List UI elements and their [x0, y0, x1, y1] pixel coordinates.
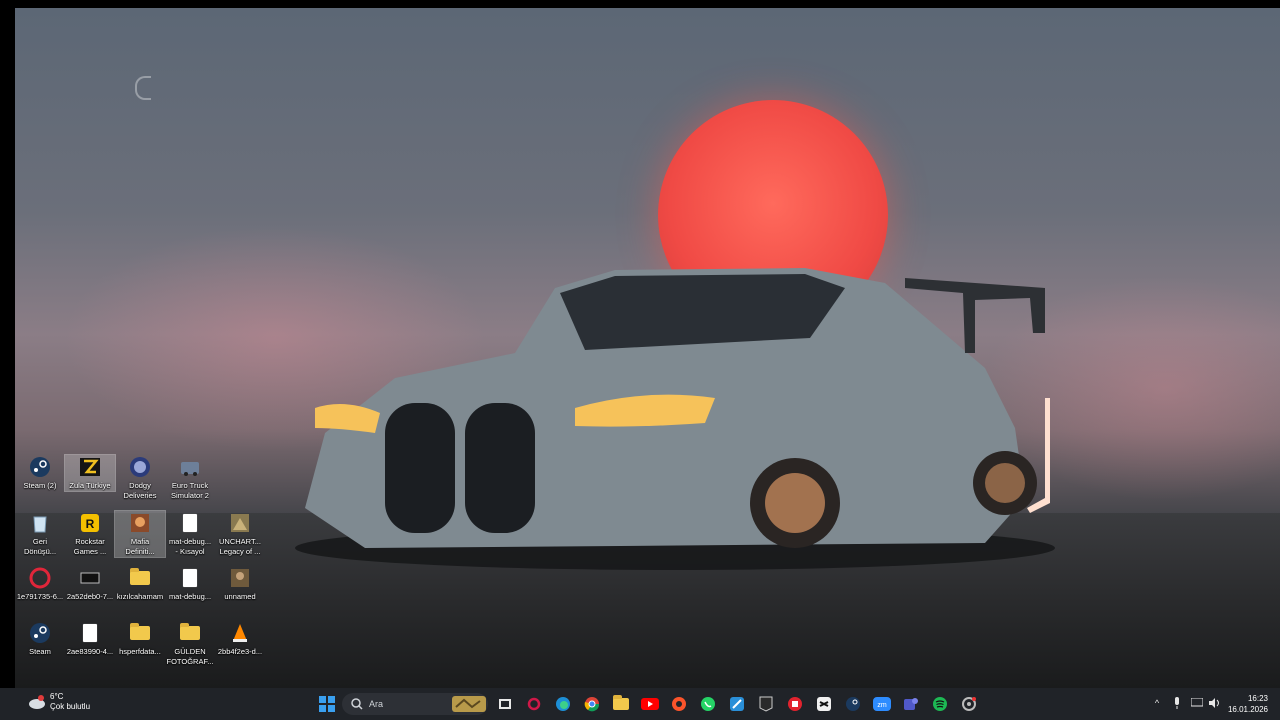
settings-icon[interactable] — [958, 693, 980, 715]
network-icon[interactable] — [1190, 696, 1204, 710]
file-explorer-icon[interactable] — [610, 693, 632, 715]
image-file-icon — [78, 566, 102, 590]
folder-icon — [128, 566, 152, 590]
uncharted-icon — [228, 511, 252, 535]
chrome-icon[interactable] — [581, 693, 603, 715]
weather-cloud-icon — [29, 695, 45, 709]
euro-truck-icon — [178, 455, 202, 479]
capcut-icon[interactable] — [813, 693, 835, 715]
desktop-icon-steam[interactable]: Steam — [15, 621, 65, 657]
desktop-icon-zula[interactable]: Zula Türkiye — [64, 454, 116, 492]
desktop-icon-uncharted[interactable]: UNCHART... Legacy of ... — [215, 511, 265, 557]
rockstar-icon: R — [78, 511, 102, 535]
mafia-icon — [128, 511, 152, 535]
desktop-icon-2ae83990[interactable]: 2ae83990-4... — [65, 621, 115, 657]
recycle-bin-icon — [28, 511, 52, 535]
desktop-icon-steam-2[interactable]: Steam (2) — [15, 455, 65, 491]
youtube-icon[interactable] — [639, 693, 661, 715]
desktop-icon-image-file[interactable]: 2a52deb0-7... — [65, 566, 115, 602]
search-icon — [351, 698, 363, 710]
desktop-icon-dodgy-deliveries[interactable]: Dodgy Deliveries — [115, 455, 165, 501]
weather-widget[interactable]: 6°C Çok bulutlu — [27, 692, 90, 712]
weather-condition: Çok bulutlu — [50, 702, 91, 711]
volume-icon[interactable] — [1208, 696, 1222, 710]
snipping-tool-icon[interactable] — [726, 693, 748, 715]
document-icon — [78, 621, 102, 645]
desktop-icon-rockstar[interactable]: R Rockstar Games ... — [65, 511, 115, 557]
steam-icon — [28, 455, 52, 479]
desktop-icon-mat-debug-shortcut[interactable]: mat-debug... - Kısayol — [165, 511, 215, 557]
taskbar-clock[interactable]: 16:23 16.01.2026 — [1228, 693, 1268, 715]
steam-icon — [28, 621, 52, 645]
document-icon — [178, 566, 202, 590]
show-hidden-icons-chevron-icon[interactable]: ^ — [1150, 696, 1164, 710]
windows-start-icon[interactable] — [316, 693, 338, 715]
vlc-icon — [228, 621, 252, 645]
zula-icon — [78, 455, 102, 479]
desktop-icon-unnamed[interactable]: unnamed — [215, 566, 265, 602]
weather-temp: 6°C — [50, 692, 64, 701]
microphone-icon[interactable] — [1170, 696, 1184, 710]
steam-taskbar-icon[interactable] — [842, 693, 864, 715]
app-red-icon[interactable] — [784, 693, 806, 715]
taskbar: 6°C Çok bulutlu Ara zm ^ 16:23 16.01.202… — [0, 688, 1280, 720]
desktop-icon-mafia[interactable]: Mafia Definiti... — [114, 510, 166, 558]
desktop-icon-opera-file[interactable]: 1e791735-6... — [15, 566, 65, 602]
search-placeholder: Ara — [369, 699, 384, 709]
zoom-icon[interactable]: zm — [871, 693, 893, 715]
teams-icon[interactable] — [900, 693, 922, 715]
task-view-icon[interactable] — [494, 693, 516, 715]
svg-text:R: R — [86, 517, 95, 531]
desktop-icon-gulden-fotograf[interactable]: GÜLDEN FOTOĞRAF... — [165, 621, 215, 667]
svg-text:zm: zm — [877, 702, 887, 709]
search-highlight-icon — [452, 696, 486, 712]
document-shortcut-icon — [178, 511, 202, 535]
desktop-wallpaper: Steam (2) Zula Türkiye Dodgy Deliveries … — [15, 8, 1280, 688]
whatsapp-icon[interactable] — [697, 693, 719, 715]
desktop-icon-vlc-file[interactable]: 2bb4f2e3-d... — [215, 621, 265, 657]
loading-cursor-icon — [135, 76, 151, 100]
desktop-icon-recycle-bin[interactable]: Geri Dönüşü... — [15, 511, 65, 557]
spotify-icon[interactable] — [929, 693, 951, 715]
folder-icon — [128, 621, 152, 645]
opera-gx-icon[interactable] — [523, 693, 545, 715]
epic-games-icon[interactable] — [755, 693, 777, 715]
desktop-icon-euro-truck[interactable]: Euro Truck Simulator 2 — [165, 455, 215, 501]
dodgy-deliveries-icon — [128, 455, 152, 479]
desktop-icon-kizilcahamam[interactable]: kızılcahamam — [115, 566, 165, 602]
wallpaper-car — [295, 268, 1055, 570]
image-thumbnail-icon — [228, 566, 252, 590]
desktop-icon-hsperfdata[interactable]: hsperfdata... — [115, 621, 165, 657]
folder-icon — [178, 621, 202, 645]
clock-time: 16:23 — [1247, 694, 1268, 703]
brave-icon[interactable] — [668, 693, 690, 715]
desktop-icon-mat-debug[interactable]: mat-debug... — [165, 566, 215, 602]
taskbar-search[interactable]: Ara — [342, 693, 488, 715]
clock-date: 16.01.2026 — [1227, 705, 1268, 714]
opera-icon — [28, 566, 52, 590]
edge-icon[interactable] — [552, 693, 574, 715]
